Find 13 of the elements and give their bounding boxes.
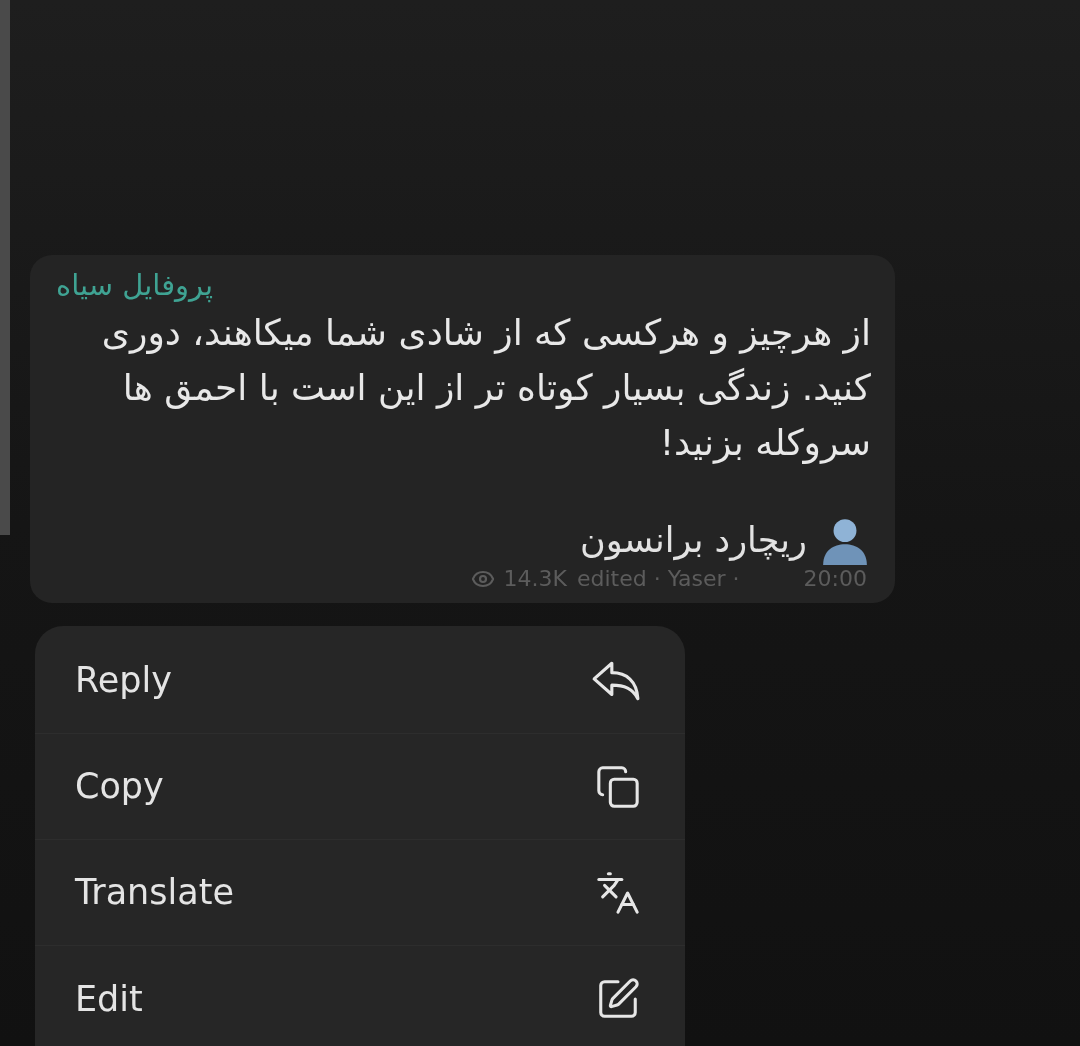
translate-icon bbox=[595, 869, 641, 916]
copy-icon bbox=[595, 763, 641, 810]
menu-item[interactable]: Edit bbox=[35, 946, 685, 1046]
channel-name: پروفایل سیاه bbox=[56, 267, 214, 305]
reply-arrow-icon bbox=[591, 659, 641, 702]
message-text: از هرچیز و هرکسی که از شادی شما میکاهند، دوری کنید. زندگی بسیار کوتاه تر از این است با احمق ها سروکله بزنید! bbox=[100, 311, 872, 466]
menu-item[interactable]: Copy bbox=[35, 734, 685, 840]
menu-item[interactable]: Reply bbox=[35, 628, 685, 734]
menu-item[interactable]: Translate bbox=[35, 840, 685, 946]
signature-name: ریچارد برانسون bbox=[579, 519, 807, 563]
view-count: 14.3K bbox=[503, 565, 567, 593]
message-time: 20:00 bbox=[803, 565, 867, 593]
edited-author-label: edited · Yaser · bbox=[576, 565, 740, 593]
